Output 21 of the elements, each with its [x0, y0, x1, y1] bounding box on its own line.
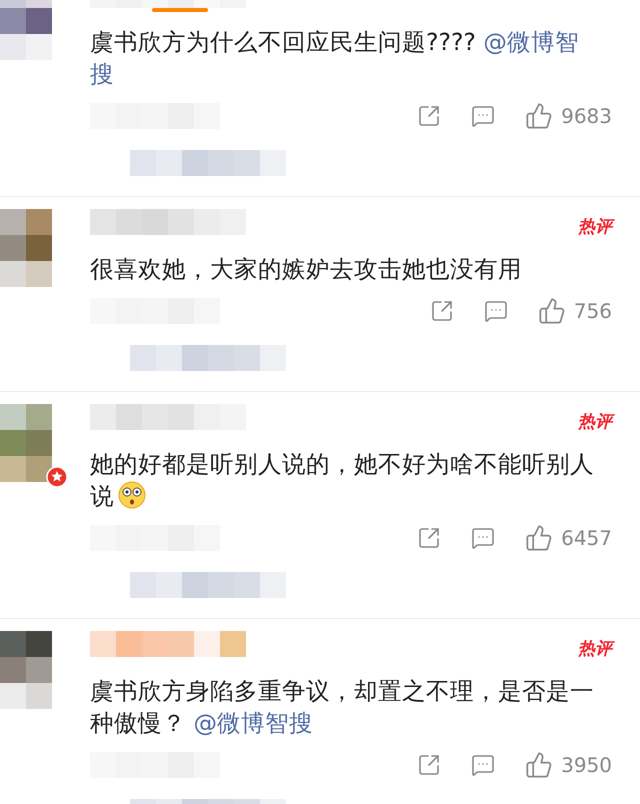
like-button[interactable]: 3950	[525, 750, 612, 780]
comment-icon[interactable]	[471, 526, 496, 550]
share-icon[interactable]	[417, 753, 442, 777]
share-icon[interactable]	[417, 104, 442, 128]
tab-indicator	[152, 8, 208, 12]
share-icon[interactable]	[417, 526, 442, 550]
thumbs-up-icon	[525, 751, 554, 779]
comment-icon[interactable]	[471, 104, 496, 128]
like-button[interactable]: 6457	[525, 523, 612, 553]
comment-text: 虞书欣方身陷多重争议，却置之不理，是否是一种傲慢？ @微博智搜	[90, 676, 595, 739]
like-button[interactable]: 9683	[525, 101, 612, 131]
comment-text: 很喜欢她，大家的嫉妒去攻击她也没有用	[90, 254, 523, 285]
comment-icon[interactable]	[471, 753, 496, 777]
thumbs-up-icon	[525, 524, 554, 552]
comment-text: 虞书欣方为什么不回应民生问题???? @微博智搜	[90, 27, 580, 90]
share-icon[interactable]	[430, 299, 454, 323]
comment-icon[interactable]	[484, 299, 508, 323]
thumbs-up-icon	[538, 297, 566, 325]
comment-text: 她的好都是听别人说的，她不好为啥不能听别人说	[90, 449, 595, 512]
thumbs-up-icon	[525, 102, 554, 130]
like-button[interactable]: 756	[538, 296, 612, 326]
